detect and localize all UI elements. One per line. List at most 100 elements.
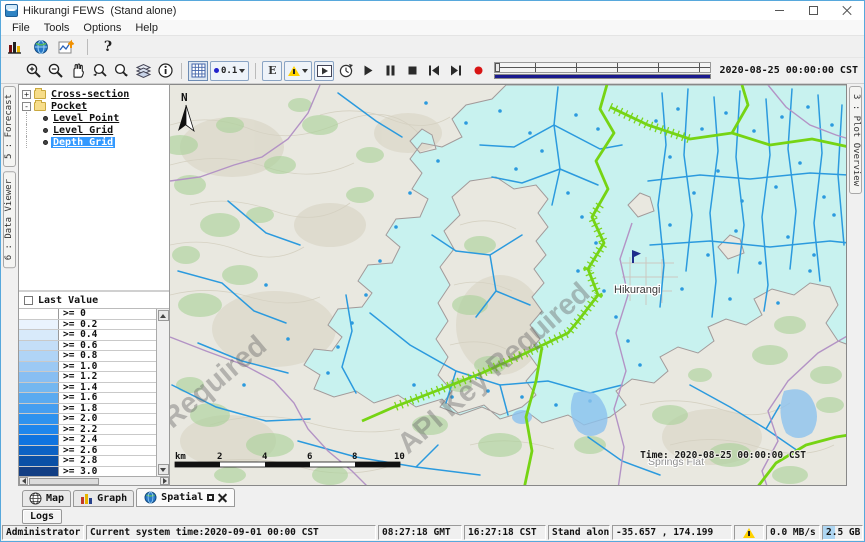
expander-collapsed-icon[interactable]: + [22,90,31,99]
legend-color-swatch [19,372,59,382]
legend-row-label: >= 0.4 [59,330,156,340]
warning-triangle-icon[interactable] [743,528,755,538]
tree-row[interactable]: Level Grid [21,124,169,136]
zoom-in-icon [25,62,42,79]
scroll-right-button[interactable] [160,477,169,485]
logs-panel-tab[interactable]: Logs [22,509,62,524]
undock-tab-icon[interactable] [207,494,214,501]
animation-settings-button[interactable] [336,61,356,81]
spatial-display-button[interactable] [31,37,51,57]
legend-color-swatch [19,320,59,330]
arrow-left-icon [22,478,26,484]
legend-row[interactable]: >= 1.2 [19,372,156,383]
current-map-datetime: 2020-08-25 00:00:00 CST [717,65,861,76]
zoom-next-button[interactable] [111,61,131,81]
animation-panel-button[interactable] [314,61,334,81]
tree-row[interactable]: Depth Grid [21,136,169,148]
menu-item[interactable]: Options [76,22,128,34]
scroll-down-button[interactable] [158,464,169,475]
tree-node-label[interactable]: Pocket [49,101,89,112]
help-icon: ? [104,39,112,55]
pause-button[interactable] [380,61,400,81]
tree-node-label[interactable]: Cross-section [49,89,131,100]
legend-row[interactable]: >= 3.0 [19,467,156,477]
tab-graph[interactable]: Graph [73,490,134,507]
legend-row[interactable]: >= 2.8 [19,456,156,467]
labels-toggle[interactable]: E [262,61,282,81]
tree-row[interactable]: Level Point [21,112,169,124]
explorer-button[interactable] [5,37,25,57]
info-button[interactable] [155,61,175,81]
record-button[interactable] [468,61,488,81]
legend-row[interactable]: >= 0.4 [19,330,156,341]
dock-tab[interactable]: 5 : Forecast [3,86,16,167]
scale-tick: 10 [394,452,405,462]
tree-node-label[interactable]: Level Point [51,113,121,124]
maximize-button[interactable] [796,1,830,20]
map-time-label: Time: 2020-08-25 00:00:00 CST [640,450,806,461]
bottom-tab-bar: Map Graph Spatial Logs [18,486,847,524]
legend-row[interactable]: >= 2.0 [19,414,156,425]
legend-row-label: >= 1.8 [59,404,156,414]
hscroll-thumb[interactable] [29,478,99,485]
legend-row[interactable]: >= 1.6 [19,393,156,404]
minimize-button[interactable] [762,1,796,20]
pan-button[interactable] [67,61,87,81]
globe-wire-icon [29,492,42,505]
menu-item[interactable]: File [5,22,37,34]
zoom-in-button[interactable] [23,61,43,81]
zoom-previous-button[interactable] [89,61,109,81]
time-slider[interactable] [494,60,710,82]
legend-row-label: >= 0.6 [59,341,156,351]
legend-row-label: >= 2.6 [59,446,156,456]
scroll-left-button[interactable] [19,477,28,485]
boxed-play-icon [317,65,332,77]
last-value-checkbox[interactable] [24,296,33,305]
app-window: Hikurangi FEWS (Stand alone) FileToolsOp… [0,0,865,542]
legend-row-label: >= 1.6 [59,393,156,403]
menu-item[interactable]: Tools [37,22,77,34]
close-tab-icon[interactable] [218,493,227,502]
stop-button[interactable] [402,61,422,81]
tab-spatial-label: Spatial [161,492,203,503]
legend-row[interactable]: >= 0.8 [19,351,156,362]
legend-row-label: >= 0.8 [59,351,156,361]
tree-node-label[interactable]: Level Grid [51,125,115,136]
legend-color-swatch [19,404,59,414]
timeseries-button[interactable] [57,37,77,57]
spatial-map-canvas[interactable]: API Key Required API Key Required Hikura… [170,85,847,486]
clock-icon [338,62,355,79]
play-button[interactable] [358,61,378,81]
time-slider-track[interactable] [494,62,710,73]
legend-color-swatch [19,467,59,477]
tab-map[interactable]: Map [22,490,71,507]
status-coordinates: -35.657 , 174.199 [612,525,732,540]
tree-row[interactable]: - Pocket [21,100,169,112]
expander-expanded-icon[interactable]: - [22,102,31,111]
dock-tab[interactable]: 6 : Data Viewer [3,171,16,268]
warning-dropdown[interactable] [284,61,312,81]
tab-spatial[interactable]: Spatial [136,488,235,507]
skip-to-start-button[interactable] [424,61,444,81]
zoom-out-icon [47,62,64,79]
hand-icon [69,62,86,79]
scroll-up-button[interactable] [158,310,169,321]
grid-display-toggle[interactable] [188,61,208,81]
legend-hscrollbar[interactable] [19,476,169,485]
tree-row[interactable]: + Cross-section [21,88,169,100]
zoom-out-button[interactable] [45,61,65,81]
menu-item[interactable]: Help [128,22,165,34]
help-button[interactable]: ? [98,37,118,57]
tree-node-label-selected[interactable]: Depth Grid [51,137,115,148]
dock-tab[interactable]: 3 : Plot Overview [849,86,862,194]
skip-to-end-button[interactable] [446,61,466,81]
status-warning-cell [734,525,764,540]
legend-scrollbar[interactable] [156,309,169,476]
time-slider-handle[interactable] [495,63,500,72]
layers-button[interactable] [133,61,153,81]
threshold-dropdown[interactable]: 0.1 [210,61,249,81]
legend-row[interactable]: >= 0 [19,309,156,320]
legend-color-swatch [19,362,59,372]
close-button[interactable] [830,1,864,20]
legend-row[interactable]: >= 2.4 [19,435,156,446]
